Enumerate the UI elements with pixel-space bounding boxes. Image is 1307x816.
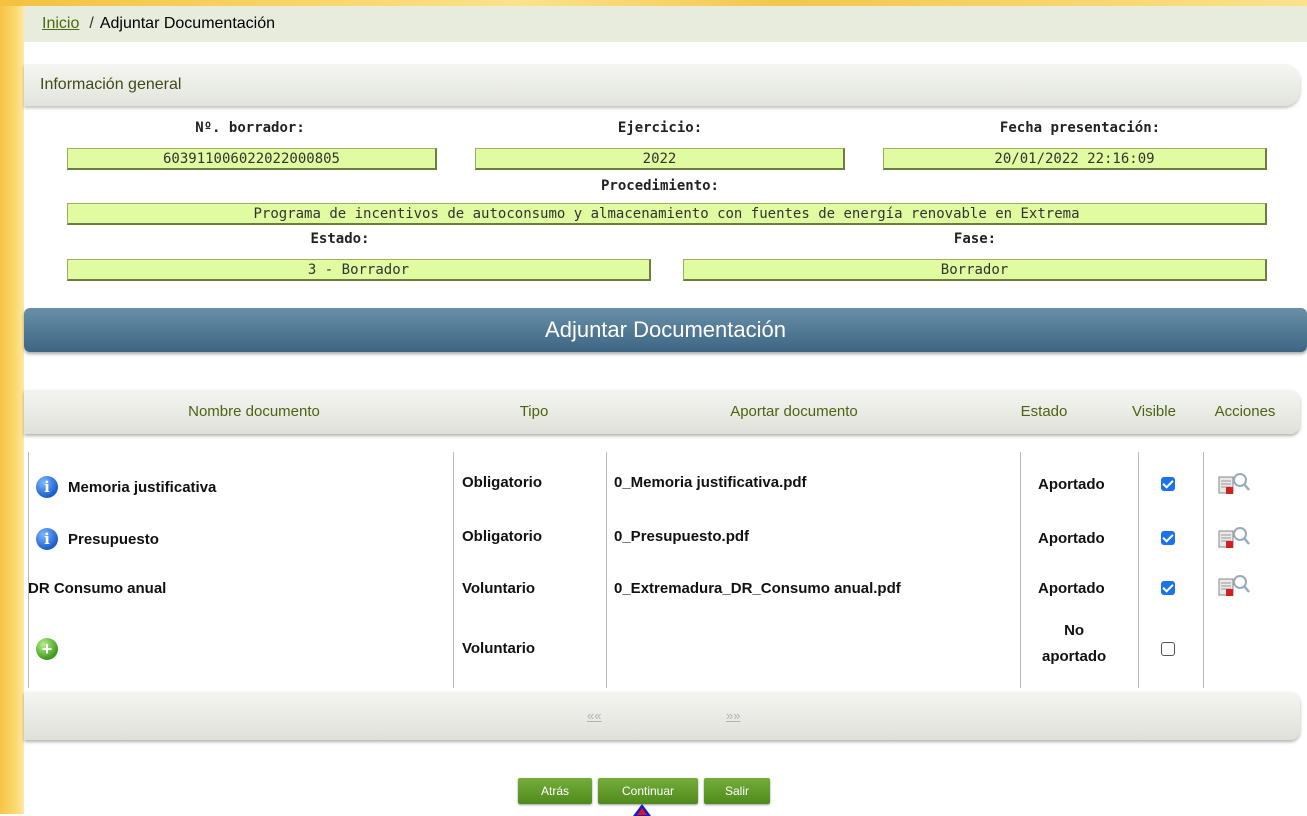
col-header-acciones: Acciones [1214,403,1276,420]
fase-label: Fase: [953,231,997,247]
status-line: aportado [1042,648,1107,665]
column-divider [1138,452,1139,688]
pagination-bar: «« »» [24,692,1300,740]
col-header-name: Nombre documento [188,403,320,420]
column-divider [453,452,454,688]
col-header-aportar: Aportar documento [730,403,858,420]
left-decorative-stripe [0,0,24,814]
document-file[interactable]: 0_Memoria justificativa.pdf [614,470,807,494]
general-info-header: Información general [24,64,1300,106]
procedimiento-field: Programa de incentivos de autoconsumo y … [67,203,1267,225]
exit-button[interactable]: Salir [704,778,770,804]
fecha-label: Fecha presentación: [999,120,1161,136]
visible-checkbox[interactable] [1161,576,1175,600]
info-icon[interactable]: i [36,528,58,550]
estado-field: 3 - Borrador [67,259,651,281]
documents-table-header: Nombre documento Tipo Aportar documento … [24,390,1300,434]
breadcrumb-home-link[interactable]: Inicio [42,15,79,33]
status-line: No [1064,622,1085,639]
column-divider [28,452,29,688]
view-document-icon [1218,575,1250,596]
view-document-button[interactable] [1218,572,1250,600]
mouse-cursor-icon [633,804,651,816]
info-icon[interactable]: i [36,476,58,498]
document-name: Presupuesto [68,530,159,548]
document-name: DR Consumo anual [28,579,167,597]
pager-next[interactable]: »» [726,708,740,723]
borrador-field: 603911006022022000805 [67,148,437,170]
col-header-tipo: Tipo [519,403,549,420]
pager-previous[interactable]: «« [587,708,601,723]
view-document-button[interactable] [1218,470,1250,498]
add-document-button[interactable]: + [36,636,58,662]
general-info-title: Información general [40,76,182,93]
borrador-label: Nº. borrador: [195,120,305,136]
estado-label: Estado: [310,231,370,247]
col-header-estado: Estado [1020,403,1068,420]
view-document-button[interactable] [1218,524,1250,552]
breadcrumb-current: Adjuntar Documentación [99,15,276,32]
document-type: Obligatorio [462,527,542,545]
procedimiento-label: Procedimiento: [600,178,719,194]
column-divider [1020,452,1021,688]
column-divider [606,452,607,688]
column-divider [1203,452,1204,688]
document-type: Voluntario [462,579,536,597]
table-row: i Memoria justificativa [36,472,216,502]
add-icon: + [36,638,58,660]
breadcrumb: Inicio / Adjuntar Documentación [24,6,1307,42]
fase-field: Borrador [683,259,1267,281]
checkbox-checked-icon [1161,581,1175,595]
document-status: Aportado [1038,579,1105,597]
checkbox-unchecked-icon [1161,642,1175,656]
document-type: Voluntario [462,639,536,657]
document-status: Aportado [1038,475,1105,493]
documents-table: i Memoria justificativa Obligatorio 0_Me… [28,452,1300,688]
continue-button[interactable]: Continuar [598,778,698,804]
view-document-icon [1218,473,1250,494]
document-file[interactable]: 0_Presupuesto.pdf [614,524,749,548]
document-name: Memoria justificativa [68,478,217,496]
checkbox-checked-icon [1161,477,1175,491]
document-file[interactable]: 0_Extremadura_DR_Consumo anual.pdf [614,576,901,600]
table-row: i Presupuesto [36,524,159,554]
document-type: Obligatorio [462,473,542,491]
view-document-icon [1218,527,1250,548]
checkbox-checked-icon [1161,531,1175,545]
back-button[interactable]: Atrás [518,778,592,804]
visible-checkbox[interactable] [1161,637,1175,661]
visible-checkbox[interactable] [1161,526,1175,550]
ejercicio-field: 2022 [475,148,845,170]
col-header-visible: Visible [1132,403,1176,420]
document-status: No aportado [1042,612,1106,676]
visible-checkbox[interactable] [1161,472,1175,496]
document-status: Aportado [1038,529,1105,547]
ejercicio-label: Ejercicio: [617,120,703,136]
breadcrumb-separator: / [89,15,94,32]
section-title: Adjuntar Documentación [24,308,1307,352]
fecha-field: 20/01/2022 22:16:09 [883,148,1267,170]
